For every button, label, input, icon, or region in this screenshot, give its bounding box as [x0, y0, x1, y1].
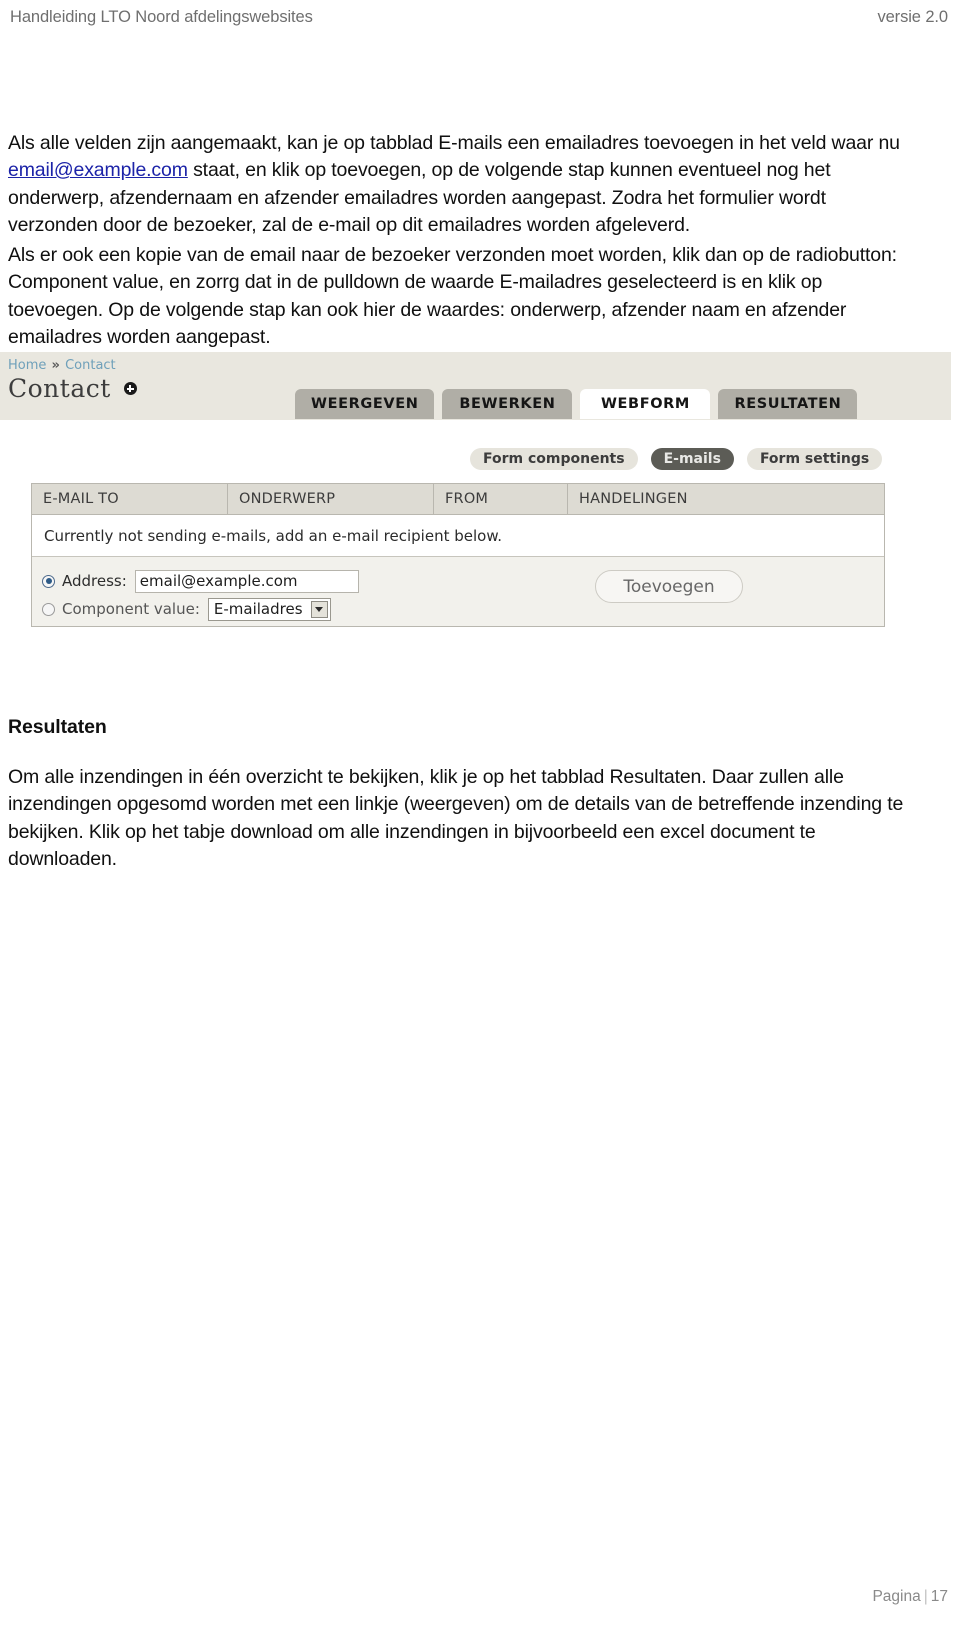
- embedded-screenshot: Home » Contact Contact WEERGEVEN BEWERKE…: [0, 352, 960, 642]
- tab-webform[interactable]: WEBFORM: [580, 389, 711, 419]
- secondary-tab-bar: Form components E-mails Form settings: [470, 448, 883, 470]
- column-header-from: FROM: [434, 484, 568, 514]
- breadcrumb-item-contact[interactable]: Contact: [65, 358, 116, 373]
- page-title: Contact: [8, 374, 137, 403]
- address-input[interactable]: email@example.com: [134, 569, 359, 593]
- paragraph-two: Als er ook een kopie van de email naar d…: [8, 243, 897, 349]
- emails-table: E-MAIL TO ONDERWERP FROM HANDELINGEN Cur…: [31, 483, 885, 627]
- breadcrumb-item-home[interactable]: Home: [8, 358, 46, 373]
- tab-resultaten[interactable]: RESULTATEN: [718, 389, 858, 419]
- component-value-option-row: Component value: E-mailadres: [32, 595, 884, 623]
- emails-table-header-row: E-MAIL TO ONDERWERP FROM HANDELINGEN: [32, 484, 884, 515]
- toevoegen-button[interactable]: Toevoegen: [595, 570, 743, 603]
- document-header-title: Handleiding LTO Noord afdelingswebsites: [10, 8, 313, 26]
- label-address: Address:: [62, 572, 127, 590]
- page-title-text: Contact: [8, 374, 111, 403]
- breadcrumb-separator: »: [51, 358, 60, 373]
- plus-circle-icon[interactable]: [123, 382, 137, 395]
- column-header-handelingen: HANDELINGEN: [579, 491, 688, 507]
- paragraph-three: Om alle inzendingen in één overzicht te …: [8, 765, 904, 871]
- component-value-select[interactable]: E-mailadres: [207, 597, 331, 621]
- chevron-down-icon[interactable]: [310, 600, 328, 618]
- column-header-email-to: E-MAIL TO: [32, 484, 228, 514]
- paragraph-one-part-a: Als alle velden zijn aangemaakt, kan je …: [8, 131, 900, 154]
- tab-weergeven[interactable]: WEERGEVEN: [295, 389, 435, 419]
- add-recipient-row: Address: email@example.com Component val…: [32, 557, 884, 626]
- primary-tab-bar: WEERGEVEN BEWERKEN WEBFORM RESULTATEN: [295, 389, 858, 419]
- component-value-selected-option: E-mailadres: [213, 600, 303, 618]
- column-header-onderwerp: ONDERWERP: [228, 484, 434, 514]
- empty-state-notice: Currently not sending e-mails, add an e-…: [32, 515, 884, 557]
- breadcrumb: Home » Contact: [8, 358, 116, 373]
- radio-component-value[interactable]: [42, 602, 55, 616]
- document-version: versie 2.0: [877, 8, 948, 26]
- section-heading-resultaten: Resultaten: [8, 716, 107, 738]
- radio-address[interactable]: [42, 574, 55, 588]
- subtab-form-settings[interactable]: Form settings: [746, 448, 883, 470]
- address-option-row: Address: email@example.com: [32, 567, 884, 595]
- paragraph-one: Als alle velden zijn aangemaakt, kan je …: [8, 130, 913, 240]
- document-header: Handleiding LTO Noord afdelingswebsites …: [0, 0, 960, 36]
- footer-separator: |: [923, 1588, 928, 1605]
- footer-page-number: 17: [930, 1588, 948, 1605]
- label-component-value: Component value:: [62, 600, 200, 618]
- footer-page-label: Pagina: [872, 1588, 921, 1605]
- subtab-emails[interactable]: E-mails: [650, 448, 734, 470]
- subtab-form-components[interactable]: Form components: [470, 448, 638, 470]
- document-footer: Pagina | 17: [0, 1588, 960, 1606]
- tab-bewerken[interactable]: BEWERKEN: [442, 389, 573, 419]
- email-example-link[interactable]: email@example.com: [8, 159, 188, 181]
